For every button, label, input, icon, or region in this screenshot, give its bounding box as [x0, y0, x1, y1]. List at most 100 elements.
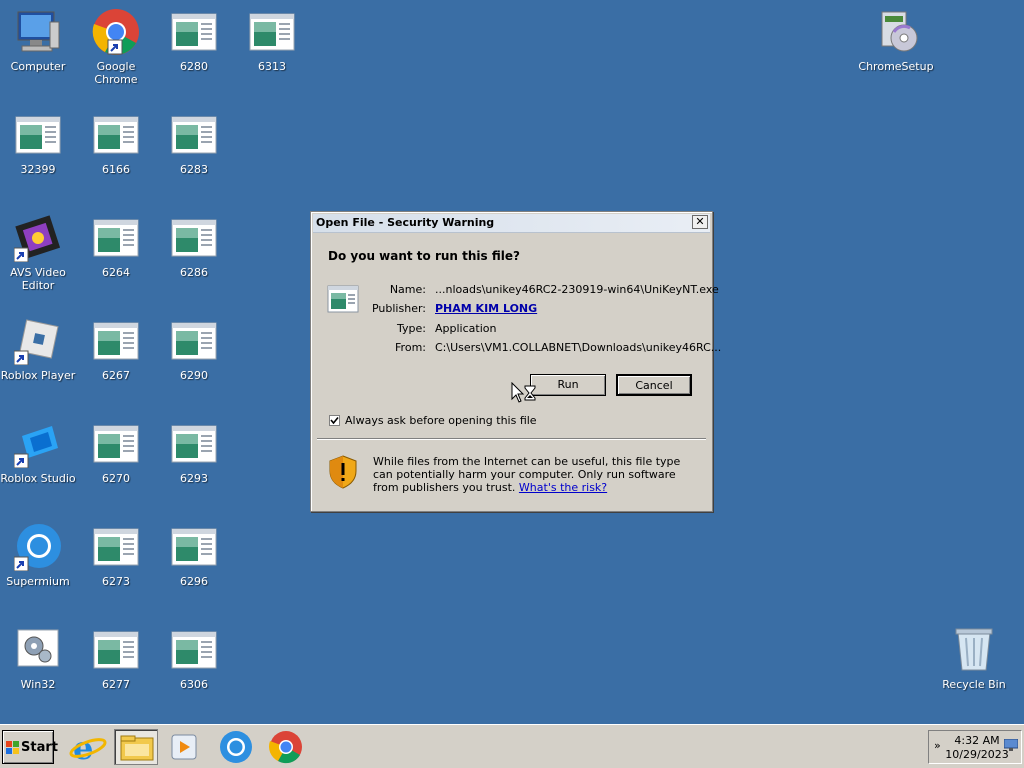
always-ask-checkbox-row[interactable]: Always ask before opening this file	[329, 414, 537, 427]
warning-message: While files from the Internet can be use…	[373, 455, 693, 494]
desktop-icon-label: Roblox Studio	[0, 472, 76, 485]
security-warning-dialog: Open File - Security Warning ✕ Do you wa…	[310, 211, 721, 512]
clock-time[interactable]: 4:32 AM	[949, 734, 1005, 747]
supermium-icon[interactable]	[214, 729, 258, 765]
clock-date[interactable]: 10/29/2023	[945, 748, 1009, 761]
desktop-icon-label: ChromeSetup	[858, 60, 934, 73]
desktop-icon-6296[interactable]: 6296	[156, 523, 232, 588]
dialog-titlebar[interactable]: Open File - Security Warning ✕	[313, 214, 710, 233]
recycle-bin-icon	[950, 626, 998, 674]
desktop-icon-chromesetup[interactable]: ChromeSetup	[858, 8, 934, 73]
roblox-icon	[13, 317, 62, 366]
desktop-icon-google-chrome[interactable]: Google Chrome	[78, 8, 154, 86]
publisher-link[interactable]: PHAM KIM LONG	[435, 302, 537, 315]
mouse-cursor-busy-icon	[511, 381, 537, 406]
desktop-icon-label: 6267	[102, 369, 130, 382]
chrome-icon	[92, 8, 140, 56]
desktop-icon-6277[interactable]: 6277	[78, 626, 154, 691]
desktop-icon-label: Supermium	[6, 575, 70, 588]
desktop-icon-computer[interactable]: Computer	[0, 8, 76, 73]
desktop-icon-32399[interactable]: 32399	[0, 111, 76, 176]
publisher-row: Publisher: PHAM KIM LONG	[351, 302, 711, 318]
installer-icon	[872, 8, 920, 56]
file-explorer-icon[interactable]	[114, 729, 158, 765]
desktop-icon-label: 6293	[180, 472, 208, 485]
desktop-icon-roblox-player[interactable]: Roblox Player	[0, 317, 76, 382]
window-file-icon	[92, 420, 140, 468]
desktop-icon-6313[interactable]: 6313	[234, 8, 310, 73]
desktop-icon-label: AVS Video Editor	[10, 266, 66, 292]
desktop-icon-label: 6280	[180, 60, 208, 73]
desktop-icon-label: 6286	[180, 266, 208, 279]
from-value: C:\Users\VM1.COLLABNET\Downloads\unikey4…	[435, 341, 722, 354]
always-ask-checkbox[interactable]	[329, 415, 340, 426]
start-label: Start	[21, 740, 58, 755]
desktop-icon-label: Roblox Player	[0, 369, 76, 382]
run-button[interactable]: Run	[530, 374, 606, 396]
window-file-icon	[14, 111, 62, 159]
desktop-icon-label: Win32	[20, 678, 56, 691]
window-file-icon	[92, 626, 140, 674]
start-button[interactable]: Start	[2, 730, 58, 764]
roblox-studio-icon	[13, 420, 62, 469]
desktop-icon-label: 6313	[258, 60, 286, 73]
window-file-icon	[92, 317, 140, 365]
desktop-icon-win32[interactable]: Win32	[0, 626, 76, 691]
desktop-icon-6166[interactable]: 6166	[78, 111, 154, 176]
network-icon[interactable]	[1004, 739, 1018, 751]
dialog-separator	[317, 438, 706, 440]
desktop-icon-6286[interactable]: 6286	[156, 214, 232, 279]
always-ask-label: Always ask before opening this file	[345, 414, 537, 427]
desktop-icon-label: 6273	[102, 575, 130, 588]
publisher-label: Publisher:	[371, 302, 426, 315]
desktop-icon-label: 6270	[102, 472, 130, 485]
type-value: Application	[435, 322, 497, 335]
dialog-title: Open File - Security Warning	[316, 216, 495, 229]
cancel-button[interactable]: Cancel	[616, 374, 692, 396]
dialog-question: Do you want to run this file?	[328, 249, 520, 263]
desktop-icon-6273[interactable]: 6273	[78, 523, 154, 588]
gear-icon	[14, 626, 62, 674]
window-file-icon	[92, 214, 140, 262]
window-file-icon	[92, 523, 140, 571]
window-file-icon	[170, 317, 218, 365]
taskbar: Start e » 4:32 AM 10/29/2023	[0, 724, 1024, 768]
system-tray: » 4:32 AM 10/29/2023	[928, 730, 1022, 764]
film-icon	[13, 214, 62, 263]
window-file-icon	[170, 214, 218, 262]
window-file-icon	[170, 8, 218, 56]
desktop-icon-6267[interactable]: 6267	[78, 317, 154, 382]
internet-explorer-icon[interactable]: e	[66, 729, 110, 767]
desktop-icon-roblox-studio[interactable]: Roblox Studio	[0, 420, 76, 485]
desktop-icon-label: 6296	[180, 575, 208, 588]
supermium-icon	[13, 523, 62, 572]
media-player-icon[interactable]	[162, 729, 206, 765]
desktop-icon-recycle-bin[interactable]: Recycle Bin	[936, 626, 1012, 691]
desktop-icon-6264[interactable]: 6264	[78, 214, 154, 279]
from-row: From: C:\Users\VM1.COLLABNET\Downloads\u…	[351, 341, 721, 357]
desktop-icon-avs-video-editor[interactable]: AVS Video Editor	[0, 214, 76, 292]
desktop-icon-6293[interactable]: 6293	[156, 420, 232, 485]
desktop-icon-label: 6306	[180, 678, 208, 691]
desktop-icon-label: 6283	[180, 163, 208, 176]
window-file-icon	[248, 8, 296, 56]
close-icon[interactable]: ✕	[692, 215, 708, 229]
file-name-row: Name: ...nloads\unikey46RC2-230919-win64…	[351, 283, 719, 299]
desktop-icon-label: 32399	[20, 163, 56, 176]
desktop-icon-supermium[interactable]: Supermium	[0, 523, 76, 588]
desktop-icon-label: Computer	[10, 60, 66, 73]
window-file-icon	[92, 111, 140, 159]
desktop-icon-6306[interactable]: 6306	[156, 626, 232, 691]
window-file-icon	[170, 626, 218, 674]
computer-icon	[14, 8, 62, 56]
desktop-icon-label: 6290	[180, 369, 208, 382]
shield-warning-icon	[329, 455, 357, 489]
desktop-icon-6290[interactable]: 6290	[156, 317, 232, 382]
desktop-icon-6270[interactable]: 6270	[78, 420, 154, 485]
desktop-icon-6280[interactable]: 6280	[156, 8, 232, 73]
whats-the-risk-link[interactable]: What's the risk?	[519, 481, 607, 494]
tray-expand-chevron-icon[interactable]: »	[934, 739, 941, 752]
window-file-icon	[170, 420, 218, 468]
chrome-icon[interactable]	[264, 729, 308, 765]
desktop-icon-6283[interactable]: 6283	[156, 111, 232, 176]
